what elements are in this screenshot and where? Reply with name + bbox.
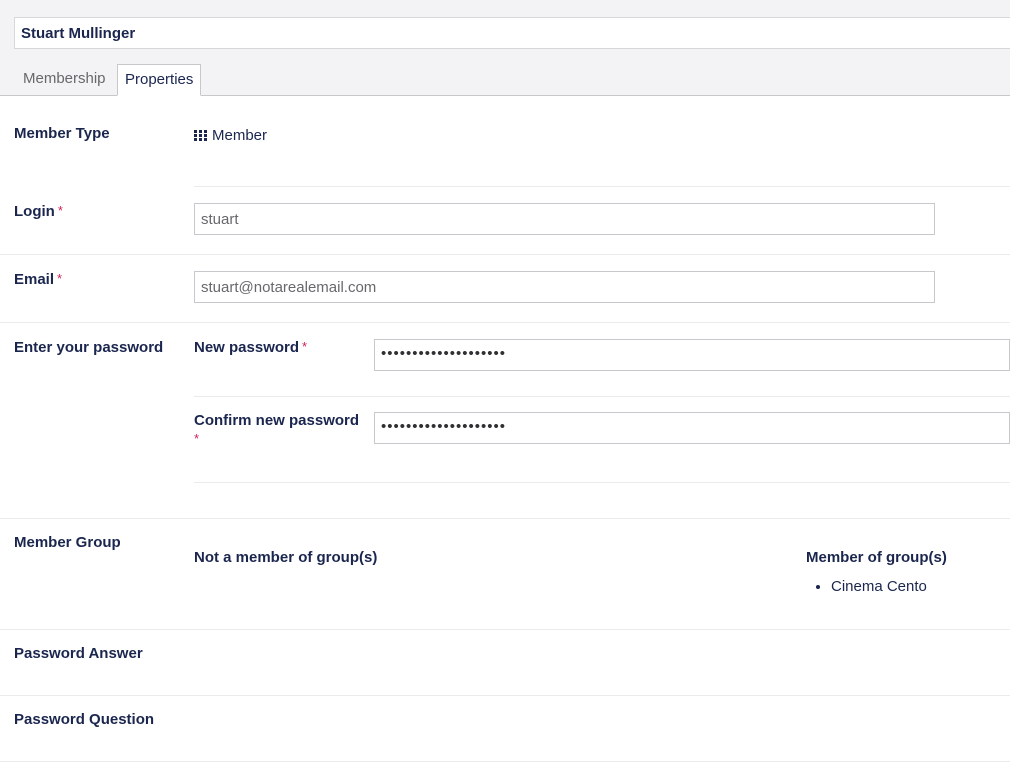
email-label-text: Email [14, 271, 55, 288]
not-member-heading: Not a member of group(s) [194, 549, 378, 566]
member-group-label: Member Group [14, 534, 121, 551]
divider [194, 482, 1010, 483]
divider [0, 254, 1010, 255]
password-answer-label: Password Answer [14, 645, 143, 662]
password-label: Enter your password [14, 339, 164, 356]
required-marker: * [57, 203, 63, 218]
divider [0, 322, 1010, 323]
login-input[interactable] [194, 203, 935, 235]
divider [0, 695, 1010, 696]
login-label: Login * [14, 203, 63, 220]
member-name-input[interactable] [14, 17, 1010, 49]
grid-icon [194, 130, 207, 141]
divider [194, 186, 1010, 187]
required-marker: * [194, 431, 200, 446]
password-question-label: Password Question [14, 711, 155, 728]
required-marker: * [57, 271, 63, 286]
member-of-heading: Member of group(s) [806, 549, 947, 566]
confirm-password-label-text: Confirm new password [194, 412, 360, 429]
new-password-label-text: New password [194, 339, 300, 356]
login-label-text: Login [14, 203, 55, 220]
divider [0, 761, 1010, 762]
confirm-password-input[interactable]: •••••••••••••••••••• [374, 412, 1010, 444]
tab-membership[interactable]: Membership [16, 64, 113, 95]
confirm-password-label: Confirm new password * [194, 412, 364, 448]
member-type-value: Member [194, 127, 267, 144]
required-marker: * [302, 339, 308, 354]
new-password-input[interactable]: •••••••••••••••••••• [374, 339, 1010, 371]
member-groups-list: Cinema Cento [806, 578, 927, 595]
divider [0, 518, 1010, 519]
member-type-label: Member Type [14, 125, 110, 142]
group-item[interactable]: Cinema Cento [831, 578, 927, 595]
email-input[interactable] [194, 271, 935, 303]
new-password-label: New password * [194, 339, 307, 356]
divider [194, 396, 1010, 397]
email-label: Email * [14, 271, 62, 288]
divider [0, 629, 1010, 630]
tab-properties[interactable]: Properties [117, 64, 202, 96]
member-type-text: Member [212, 127, 268, 144]
